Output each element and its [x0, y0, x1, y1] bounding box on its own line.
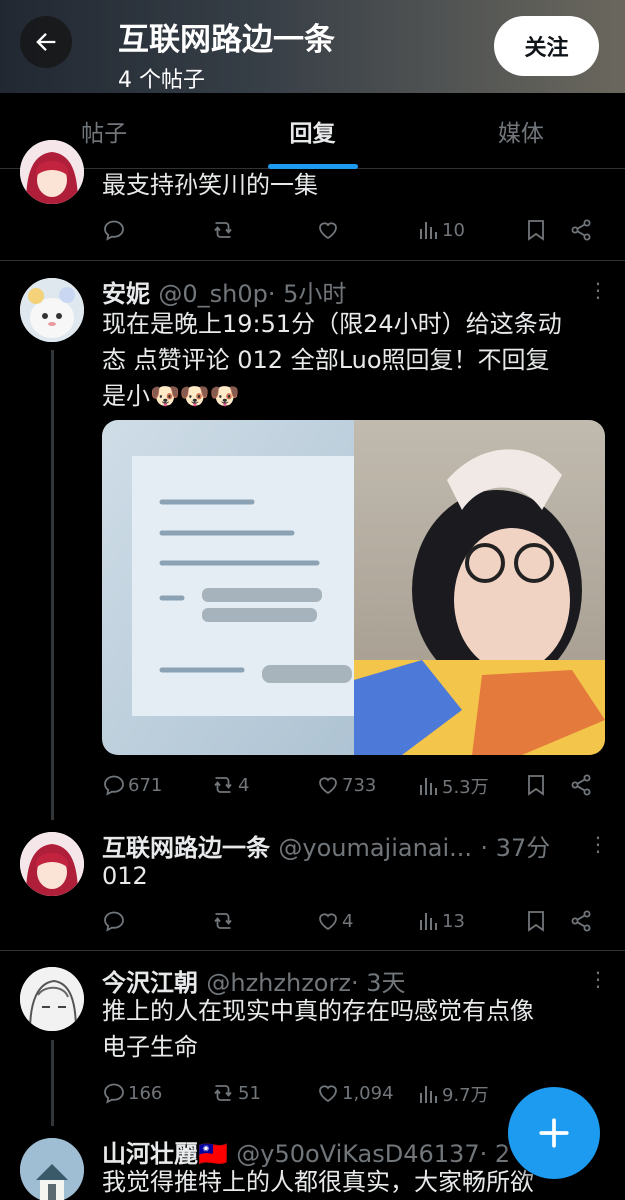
more-icon[interactable]: ⋮ — [588, 967, 608, 991]
avatar[interactable] — [20, 1138, 84, 1200]
more-icon[interactable]: ⋮ — [588, 832, 608, 856]
share-icon — [571, 910, 591, 932]
like-button[interactable] — [316, 218, 340, 242]
views-icon — [420, 778, 437, 795]
tab-replies[interactable]: 回复 — [208, 93, 416, 168]
reply-button[interactable] — [102, 909, 126, 933]
bookmark-icon — [528, 911, 544, 932]
avatar[interactable] — [20, 832, 84, 896]
plus-icon — [539, 1118, 569, 1148]
post-text: 现在是晚上19:51分（限24小时）给这条动 态 点赞评论 012 全部Luo照… — [102, 310, 562, 410]
views-icon — [420, 1086, 437, 1103]
views-count: 10 — [442, 219, 465, 241]
reply-icon — [104, 1083, 124, 1104]
post-time: · 5小时 — [267, 280, 347, 308]
follow-button[interactable]: 关注 — [494, 16, 599, 76]
author-handle: @0_sh0p — [158, 280, 268, 308]
repost-button[interactable] — [210, 909, 236, 933]
share-button[interactable] — [569, 773, 593, 797]
heart-icon — [319, 913, 337, 931]
like-count: 733 — [342, 774, 377, 796]
reply-button[interactable] — [102, 218, 126, 242]
share-icon — [571, 774, 591, 796]
page-title: 互联网路边一条 — [118, 22, 335, 58]
divider — [0, 260, 625, 261]
thread-line — [51, 1040, 54, 1126]
share-button[interactable] — [569, 218, 593, 242]
post-media[interactable] — [102, 420, 605, 755]
compose-button[interactable] — [508, 1087, 600, 1179]
like-button[interactable]: 4 — [316, 909, 353, 933]
repost-button[interactable]: 51 — [210, 1081, 261, 1105]
back-button[interactable] — [20, 16, 72, 68]
share-icon — [571, 219, 591, 241]
like-button[interactable]: 1,094 — [316, 1081, 394, 1105]
bookmark-icon — [528, 220, 544, 241]
repost-button[interactable] — [210, 218, 236, 242]
reply-icon — [104, 775, 124, 796]
views-button[interactable]: 10 — [418, 218, 465, 242]
views-button[interactable]: 9.7万 — [418, 1081, 489, 1107]
avatar[interactable] — [20, 278, 84, 342]
like-count: 1,094 — [342, 1082, 394, 1104]
repost-icon — [214, 913, 232, 929]
repost-count: 4 — [238, 774, 250, 796]
bookmark-icon — [528, 775, 544, 796]
repost-icon — [214, 1085, 232, 1101]
heart-icon — [319, 222, 337, 240]
post-text: 我觉得推特上的人都很真实，大家畅所欲 — [102, 1168, 534, 1196]
reply-button[interactable]: 166 — [102, 1081, 162, 1105]
reply-button[interactable]: 671 — [102, 773, 162, 797]
reply-icon — [104, 911, 124, 932]
views-count: 5.3万 — [442, 777, 489, 798]
bookmark-button[interactable] — [525, 773, 547, 797]
repost-count: 51 — [238, 1082, 261, 1104]
bookmark-button[interactable] — [525, 218, 547, 242]
tab-media[interactable]: 媒体 — [417, 93, 625, 168]
views-button[interactable]: 5.3万 — [418, 773, 489, 799]
avatar[interactable] — [20, 967, 84, 1031]
repost-icon — [214, 777, 232, 793]
views-count: 9.7万 — [442, 1085, 489, 1106]
reply-icon — [104, 220, 124, 241]
views-icon — [420, 222, 437, 239]
post-time: · 37分 — [480, 834, 551, 862]
repost-button[interactable]: 4 — [210, 773, 249, 797]
views-count: 13 — [442, 910, 465, 932]
like-count: 4 — [342, 910, 354, 932]
repost-icon — [214, 222, 232, 238]
author-handle: @youmajianai... — [278, 834, 473, 862]
profile-header: 互联网路边一条 4 个帖子 关注 — [0, 0, 625, 93]
like-button[interactable]: 733 — [316, 773, 376, 797]
post-text: 推上的人在现实中真的存在吗感觉有点像 电子生命 — [102, 997, 534, 1061]
post-count: 4 个帖子 — [118, 68, 205, 93]
author-name[interactable]: 互联网路边一条 @youmajianai... · 37分 — [102, 828, 550, 863]
bookmark-button[interactable] — [525, 909, 547, 933]
profile-tabs: 帖子 回复 媒体 — [0, 93, 625, 169]
heart-icon — [319, 777, 337, 795]
avatar[interactable] — [20, 140, 84, 204]
heart-icon — [319, 1085, 337, 1103]
reply-count: 166 — [128, 1082, 163, 1104]
divider — [0, 950, 625, 951]
views-icon — [420, 913, 437, 930]
post-text: 012 — [102, 862, 148, 890]
author-name[interactable]: 安妮 @0_sh0p· 5小时 — [102, 274, 346, 309]
thread-line — [51, 350, 54, 820]
share-button[interactable] — [569, 909, 593, 933]
reply-count: 671 — [128, 774, 163, 796]
post-text: 最支持孙笑川的一集 — [102, 171, 318, 199]
more-icon[interactable]: ⋮ — [588, 278, 608, 302]
views-button[interactable]: 13 — [418, 909, 465, 933]
arrow-left-icon — [36, 33, 56, 51]
